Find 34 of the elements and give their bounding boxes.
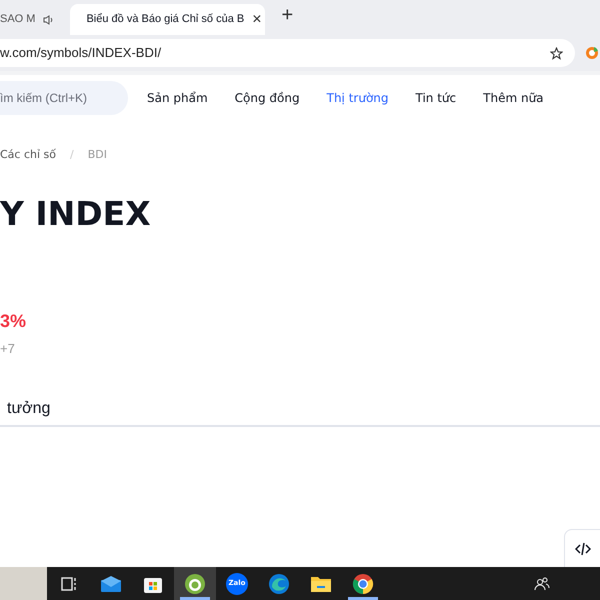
time-zone-text: +7 — [0, 340, 16, 358]
star-icon[interactable] — [550, 46, 563, 60]
breadcrumb-current: BDI — [88, 147, 107, 163]
nav-link[interactable]: Thị trường — [326, 89, 389, 107]
nav-link[interactable]: Thêm nữa — [483, 89, 544, 107]
tab-title: Biểu đồ và Báo giá Chỉ số của B — [86, 12, 244, 28]
people-icon[interactable] — [534, 576, 550, 590]
close-tab-button[interactable]: × — [252, 8, 262, 32]
breadcrumb-link[interactable]: Các chỉ số — [0, 147, 56, 164]
address-bar[interactable]: w.com/symbols/INDEX-BDI/ — [0, 39, 575, 67]
nav-link[interactable]: Tin tức — [416, 89, 456, 107]
chrome-icon — [352, 572, 374, 594]
nav-link[interactable]: Sản phẩm — [147, 89, 208, 107]
breadcrumb-separator: / — [70, 147, 74, 163]
section-tab[interactable]: tưởng — [7, 400, 50, 417]
running-indicator — [180, 597, 210, 600]
url-text: w.com/symbols/INDEX-BDI/ — [0, 44, 162, 62]
search-field[interactable]: ìm kiếm (Ctrl+K) — [0, 81, 128, 115]
tab-title: SAO M — [0, 12, 36, 28]
ring-logo-icon — [184, 572, 206, 594]
new-tab-button[interactable]: + — [281, 0, 294, 30]
photo-placeholder — [0, 567, 47, 600]
envelope-icon — [100, 574, 122, 592]
browser-tab[interactable]: Biểu đồ và Báo giá Chỉ số của B × — [70, 4, 266, 35]
nav-link[interactable]: Cộng đồng — [234, 89, 300, 107]
task-view-icon — [60, 574, 78, 592]
taskbar-button[interactable] — [174, 567, 216, 600]
running-indicator — [348, 597, 378, 600]
price-change: 3% — [0, 310, 28, 332]
folder-icon — [310, 574, 332, 592]
extension-icon[interactable] — [585, 46, 599, 60]
wave-circle-icon — [268, 572, 290, 594]
code-icon — [574, 542, 590, 556]
browser-tab[interactable]: SAO M — [0, 4, 62, 35]
